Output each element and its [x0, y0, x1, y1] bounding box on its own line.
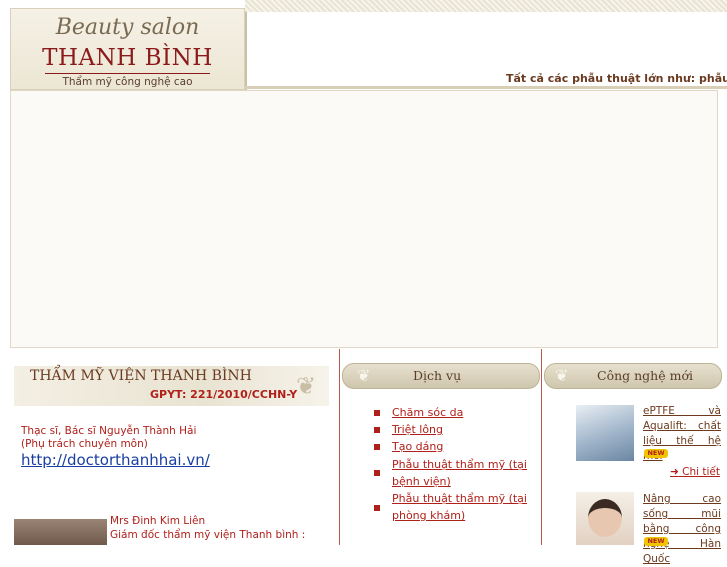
- ornament-icon: ❦: [357, 366, 371, 385]
- announcement-marquee: Tất cả các phẫu thuật lớn như: phẫu t: [506, 72, 727, 85]
- new-tech-title: Công nghệ mới: [597, 368, 693, 383]
- column-divider: [339, 349, 340, 545]
- services-header: ❦ Dịch vụ: [342, 363, 540, 389]
- service-link-surgery-hospital[interactable]: Phẫu thuật thẩm mỹ (tại bệnh viện): [392, 456, 532, 490]
- clinic-title: THẨM MỸ VIỆN THANH BÌNH: [30, 368, 252, 384]
- service-link-surgery-clinic[interactable]: Phẫu thuật thẩm mỹ (tại phòng khám): [392, 490, 532, 524]
- banner-area: [10, 90, 718, 348]
- doctor-name: Thạc sĩ, Bác sĩ Nguyễn Thành Hải: [21, 425, 197, 437]
- bullet-icon: [374, 427, 380, 433]
- bullet-icon: [374, 470, 380, 476]
- ornament-icon: ❦: [296, 372, 317, 400]
- tech-item-nose[interactable]: Nâng cao sống mũi bằng công nghệ Hàn Quố…: [643, 492, 721, 567]
- logo-script-text: Beauty salon: [55, 15, 200, 40]
- bullet-icon: [374, 444, 380, 450]
- tech-thumbnail[interactable]: [576, 405, 634, 461]
- portrait-image: [588, 499, 622, 537]
- services-title: Dịch vụ: [413, 368, 462, 383]
- detail-label: Chi tiết: [682, 466, 721, 478]
- service-link-body-shaping[interactable]: Tạo dáng: [392, 438, 532, 455]
- bullet-icon: [374, 410, 380, 416]
- doctor-website-link[interactable]: http://doctorthanhhai.vn/: [21, 451, 210, 469]
- service-link-skin-care[interactable]: Chăm sóc da: [392, 404, 532, 421]
- director-name: Mrs Đinh Kim Liên: [110, 515, 206, 527]
- site-logo[interactable]: Beauty salon THANH BÌNH Thẩm mỹ công ngh…: [10, 8, 245, 90]
- header-divider: [245, 86, 727, 89]
- bullet-icon: [374, 505, 380, 511]
- director-photo: [14, 519, 107, 545]
- logo-name-text: THANH BÌNH: [42, 45, 213, 71]
- ornament-icon: ❦: [555, 366, 569, 385]
- column-divider: [541, 349, 542, 545]
- detail-link[interactable]: ➜ Chi tiết: [670, 466, 720, 478]
- header-pattern-strip: [245, 0, 727, 12]
- doctor-role: (Phụ trách chuyên môn): [21, 438, 148, 450]
- arrow-right-icon: ➜: [670, 466, 679, 478]
- license-number: GPYT: 221/2010/CCHN-Y: [150, 388, 298, 401]
- director-role: Giám đốc thẩm mỹ viện Thanh bình :: [110, 529, 306, 541]
- service-link-hair-removal[interactable]: Triệt lông: [392, 421, 532, 438]
- new-tech-header: ❦ Công nghệ mới: [544, 363, 722, 389]
- logo-tagline: Thẩm mỹ công nghệ cao: [62, 76, 193, 88]
- logo-divider: [45, 73, 210, 74]
- new-badge: NEW: [644, 449, 668, 458]
